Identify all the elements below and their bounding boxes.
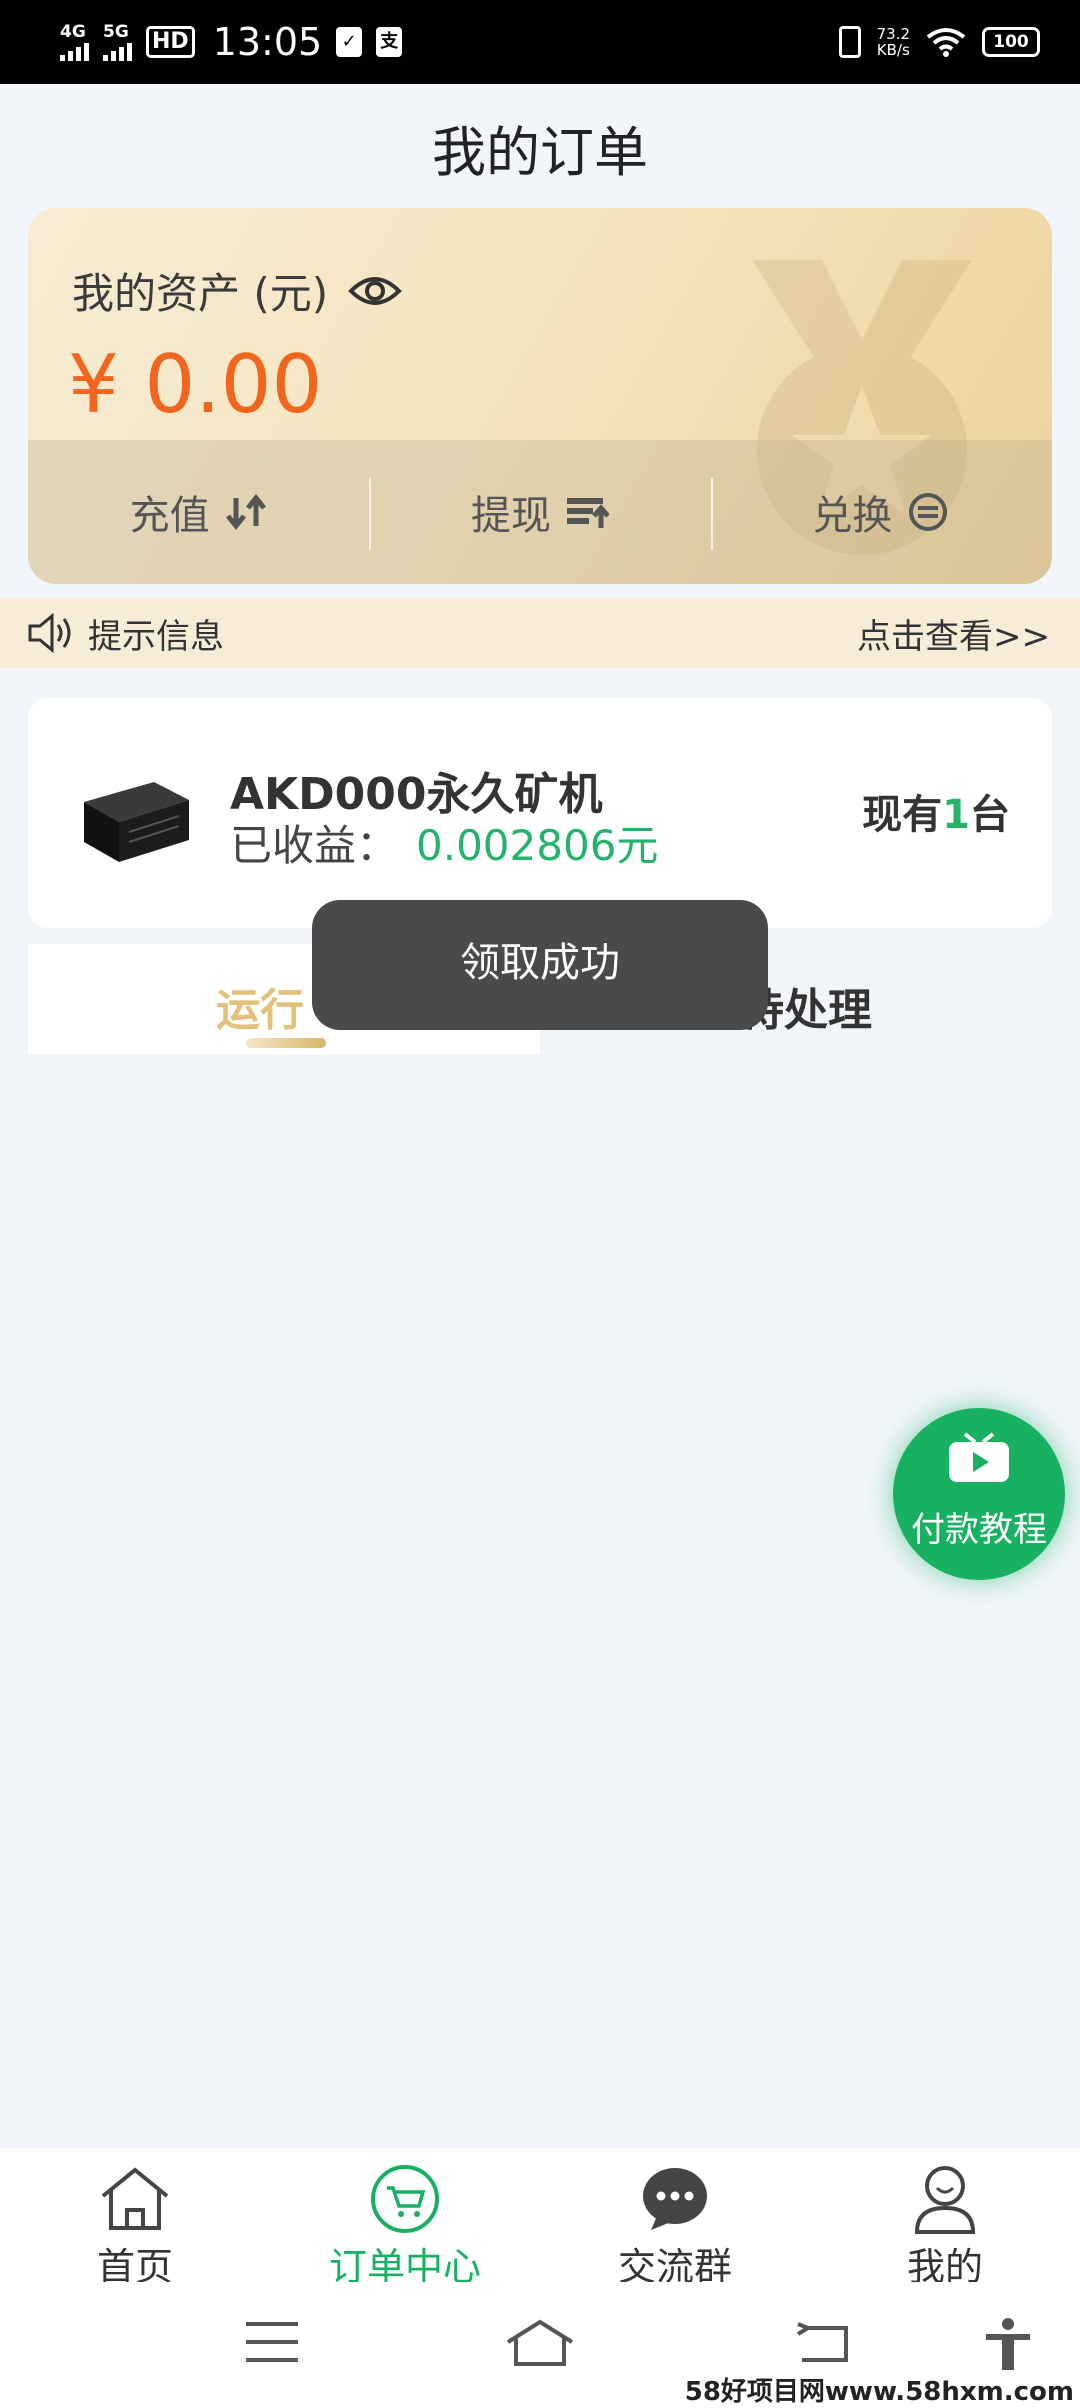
page-title: 我的订单 xyxy=(432,121,648,184)
earnings-value: 0.002806元 xyxy=(416,821,659,870)
exchange-label: 兑换 xyxy=(812,493,893,539)
speed-value: 73.2 xyxy=(876,25,910,43)
nav-orders[interactable]: 订单中心 xyxy=(270,2148,540,2289)
hd-voice-icon: HD xyxy=(146,26,195,58)
system-home-icon[interactable] xyxy=(504,2318,576,2368)
withdraw-icon xyxy=(566,498,609,528)
tab-active-indicator xyxy=(246,1038,326,1048)
alipay-icon: 支 xyxy=(376,27,403,57)
sim1-label: 4G xyxy=(60,22,86,42)
sim2-label: 5G xyxy=(103,22,129,42)
notice-view-link[interactable]: 点击查看>> xyxy=(857,609,1050,658)
task-check-icon: ✓ xyxy=(336,27,363,57)
signal-5g-icon: 5G xyxy=(103,23,132,61)
asset-value: ¥ 0.00 xyxy=(68,338,323,431)
battery-icon: 100 xyxy=(982,27,1040,57)
status-bar: 4G 5G HD 13:05 ✓ 支 73.2 KB/s 100 xyxy=(0,0,1080,84)
nav-mine[interactable]: 我的 xyxy=(810,2148,1080,2289)
user-icon xyxy=(914,2166,976,2234)
chat-bubble-icon xyxy=(643,2168,707,2230)
cart-icon xyxy=(371,2165,439,2233)
earnings-row: 已收益： 0.002806元 xyxy=(230,812,658,873)
network-speed: 73.2 KB/s xyxy=(877,26,910,58)
speed-unit: KB/s xyxy=(876,41,910,59)
mining-machine-image xyxy=(84,782,189,862)
nav-group[interactable]: 交流群 xyxy=(540,2148,810,2289)
swap-arrows-icon xyxy=(225,493,266,531)
wifi-icon xyxy=(926,28,966,57)
recharge-label: 充值 xyxy=(129,493,210,539)
asset-actions: 充值 提现 兑换 xyxy=(28,440,1052,584)
tab-running-label: 运行 xyxy=(216,985,304,1036)
asset-label: 我的资产 (元) xyxy=(72,269,329,318)
nav-home[interactable]: 首页 xyxy=(0,2148,270,2289)
toast-message: 领取成功 xyxy=(312,900,768,1030)
withdraw-button[interactable]: 提现 xyxy=(369,440,710,584)
notice-bar[interactable]: 提示信息 点击查看>> xyxy=(0,598,1080,668)
vibrate-icon xyxy=(838,26,861,58)
eye-icon[interactable] xyxy=(348,273,402,309)
owned-count: 现有1台 xyxy=(862,782,1010,840)
home-icon xyxy=(101,2167,169,2230)
asset-card: 我的资产 (元) ¥ 0.00 充值 提现 兑换 xyxy=(28,208,1052,584)
status-time: 13:05 xyxy=(212,20,323,64)
signal-4g-icon: 4G xyxy=(60,23,89,61)
tv-play-icon xyxy=(949,1432,1009,1482)
notice-label: 提示信息 xyxy=(88,616,224,657)
accessibility-icon[interactable] xyxy=(984,2318,1032,2372)
speaker-icon xyxy=(28,613,71,653)
exchange-button[interactable]: 兑换 xyxy=(710,440,1052,584)
product-card[interactable]: AKD000永久矿机 已收益： 0.002806元 现有1台 xyxy=(28,698,1052,928)
payment-tutorial-label: 付款教程 xyxy=(911,1510,1047,1550)
exchange-icon xyxy=(909,493,948,531)
menu-icon[interactable] xyxy=(244,2318,300,2368)
owned-suffix: 台 xyxy=(970,792,1010,838)
earnings-label: 已收益： xyxy=(230,821,399,870)
owned-prefix: 现有 xyxy=(862,792,943,838)
withdraw-label: 提现 xyxy=(470,493,551,539)
recharge-button[interactable]: 充值 xyxy=(28,440,369,584)
back-icon[interactable] xyxy=(794,2318,854,2368)
watermark: 58好项目网www.58hxm.com xyxy=(684,2377,1074,2407)
payment-tutorial-button[interactable]: 付款教程 xyxy=(893,1408,1065,1580)
owned-number: 1 xyxy=(942,792,970,838)
bottom-nav: 首页 订单中心 交流群 我的 xyxy=(0,2148,1080,2289)
